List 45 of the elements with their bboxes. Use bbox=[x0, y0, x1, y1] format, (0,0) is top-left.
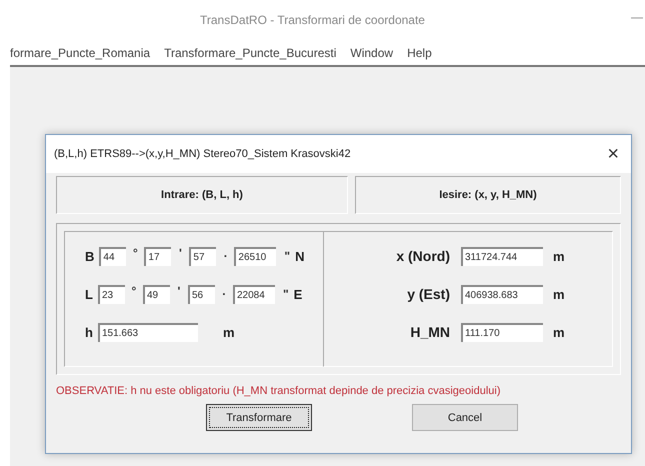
menu-item[interactable]: formare_Puncte_Romania bbox=[10, 46, 150, 60]
field-label: E bbox=[294, 286, 302, 302]
menu-item[interactable]: Help bbox=[407, 46, 432, 60]
unit-label: m bbox=[553, 248, 565, 264]
menu-item[interactable]: Transformare_Puncte_Bucuresti bbox=[164, 46, 336, 60]
input-field[interactable]: 44 bbox=[99, 246, 126, 266]
unit-label: m bbox=[553, 286, 565, 302]
section-header: Intrare: (B, L, h) bbox=[56, 176, 348, 214]
window-title: TransDatRO - Transformari de coordonate bbox=[200, 13, 425, 27]
input-field[interactable]: 23 bbox=[98, 284, 125, 304]
close-button[interactable]: × bbox=[603, 144, 623, 164]
field-label: N bbox=[295, 248, 304, 264]
field-label: H_MN bbox=[409, 324, 451, 340]
field-label: x (Nord) bbox=[395, 248, 451, 264]
dialog-button[interactable]: Cancel bbox=[412, 404, 518, 431]
input-field[interactable]: 17 bbox=[144, 246, 172, 266]
input-field[interactable]: 57 bbox=[189, 246, 216, 266]
input-field[interactable]: 151.663 bbox=[98, 322, 198, 342]
unit-label: m bbox=[222, 324, 235, 340]
symbol-label: ° bbox=[130, 284, 138, 298]
field-label: B bbox=[85, 248, 94, 264]
field-label: h bbox=[85, 324, 93, 340]
symbol-label: " bbox=[282, 287, 289, 301]
symbol-label: " bbox=[284, 249, 290, 263]
field-label: L bbox=[85, 286, 93, 302]
dialog-title: (B,L,h) ETRS89-->(x,y,H_MN) Stereo70_Sistem Krasovski42 bbox=[54, 148, 351, 160]
output-field[interactable]: 111.170 bbox=[461, 322, 543, 342]
input-field[interactable]: 49 bbox=[142, 284, 170, 304]
output-field[interactable]: 311724.744 bbox=[461, 246, 543, 266]
menu-item[interactable]: Window bbox=[350, 46, 394, 60]
input-field[interactable]: 26510 bbox=[234, 246, 276, 266]
symbol-label: . bbox=[222, 246, 228, 260]
field-label: y (Est) bbox=[406, 286, 451, 302]
symbol-label: ° bbox=[132, 246, 139, 260]
section-header: Iesire: (x, y, H_MN) bbox=[355, 176, 621, 214]
unit-label: m bbox=[553, 324, 565, 340]
input-field[interactable]: 56 bbox=[188, 284, 215, 304]
symbol-label: ' bbox=[176, 284, 182, 298]
symbol-label: ' bbox=[178, 246, 183, 260]
minimize-button[interactable]: — bbox=[627, 10, 645, 24]
symbol-label: . bbox=[221, 284, 227, 298]
dialog-button[interactable]: Transformare bbox=[206, 404, 312, 431]
note-text: OBSERVATIE: h nu este obligatoriu (H_MN transformat depinde de precizia cvasigeoidului) bbox=[56, 385, 502, 397]
output-field[interactable]: 406938.683 bbox=[461, 284, 543, 304]
input-field[interactable]: 22084 bbox=[232, 284, 275, 304]
